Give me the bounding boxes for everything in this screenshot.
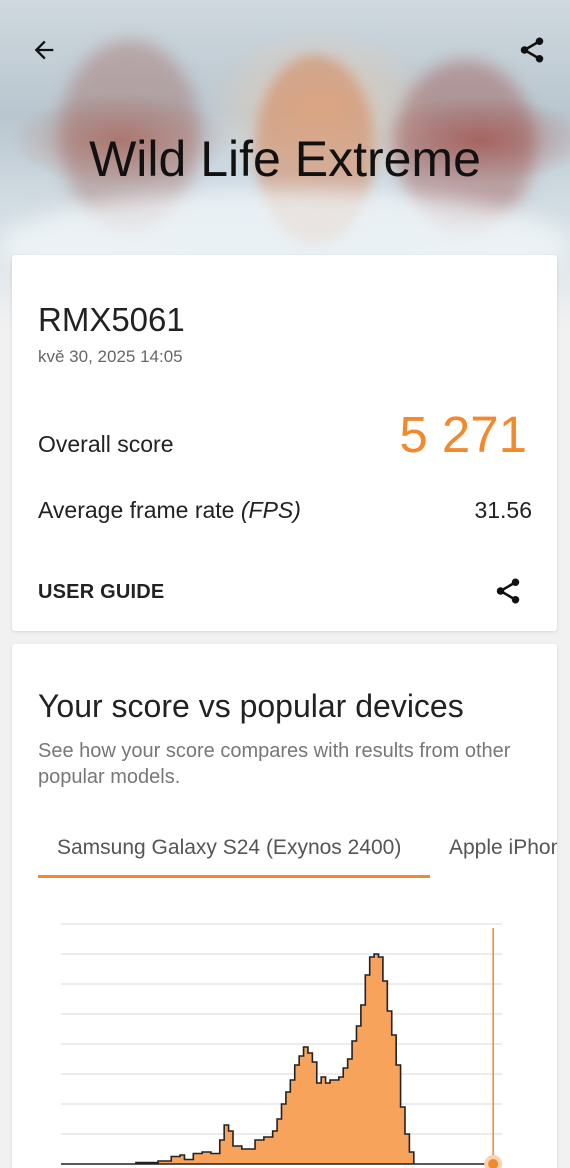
share-button[interactable]: [510, 28, 554, 72]
fps-label: Average frame rate (FPS): [38, 497, 301, 524]
result-card: RMX5061 kvě 30, 2025 14:05 Overall score…: [12, 255, 557, 631]
comparison-card: Your score vs popular devices See how yo…: [12, 644, 557, 1168]
back-button[interactable]: [22, 28, 66, 72]
fps-value: 31.56: [474, 497, 532, 523]
share-icon: [496, 578, 520, 604]
share-result-button[interactable]: [486, 569, 530, 613]
comparison-subtitle: See how your score compares with results…: [38, 740, 511, 788]
share-icon: [520, 37, 544, 63]
fps-label-text: Average frame rate: [38, 497, 241, 523]
your-score-marker-dot: [484, 1155, 503, 1168]
overall-score-label: Overall score: [38, 431, 174, 457]
overall-score-value: 5 271: [399, 406, 527, 463]
score-distribution-chart: [61, 923, 503, 1168]
fps-unit: (FPS): [240, 497, 301, 523]
page-title: Wild Life Extreme: [89, 131, 481, 187]
result-timestamp: kvě 30, 2025 14:05: [38, 347, 183, 366]
comparison-title: Your score vs popular devices: [38, 688, 464, 724]
device-name: RMX5061: [38, 301, 185, 338]
tab-samsung-galaxy-s24[interactable]: Samsung Galaxy S24 (Exynos 2400): [57, 836, 401, 860]
arrow-back-icon: [34, 40, 54, 60]
tab-selected-indicator: [38, 875, 430, 878]
user-guide-button[interactable]: USER GUIDE: [38, 581, 164, 604]
distribution-area: [61, 953, 502, 1165]
tab-apple-iphone[interactable]: Apple iPhone: [449, 836, 557, 860]
